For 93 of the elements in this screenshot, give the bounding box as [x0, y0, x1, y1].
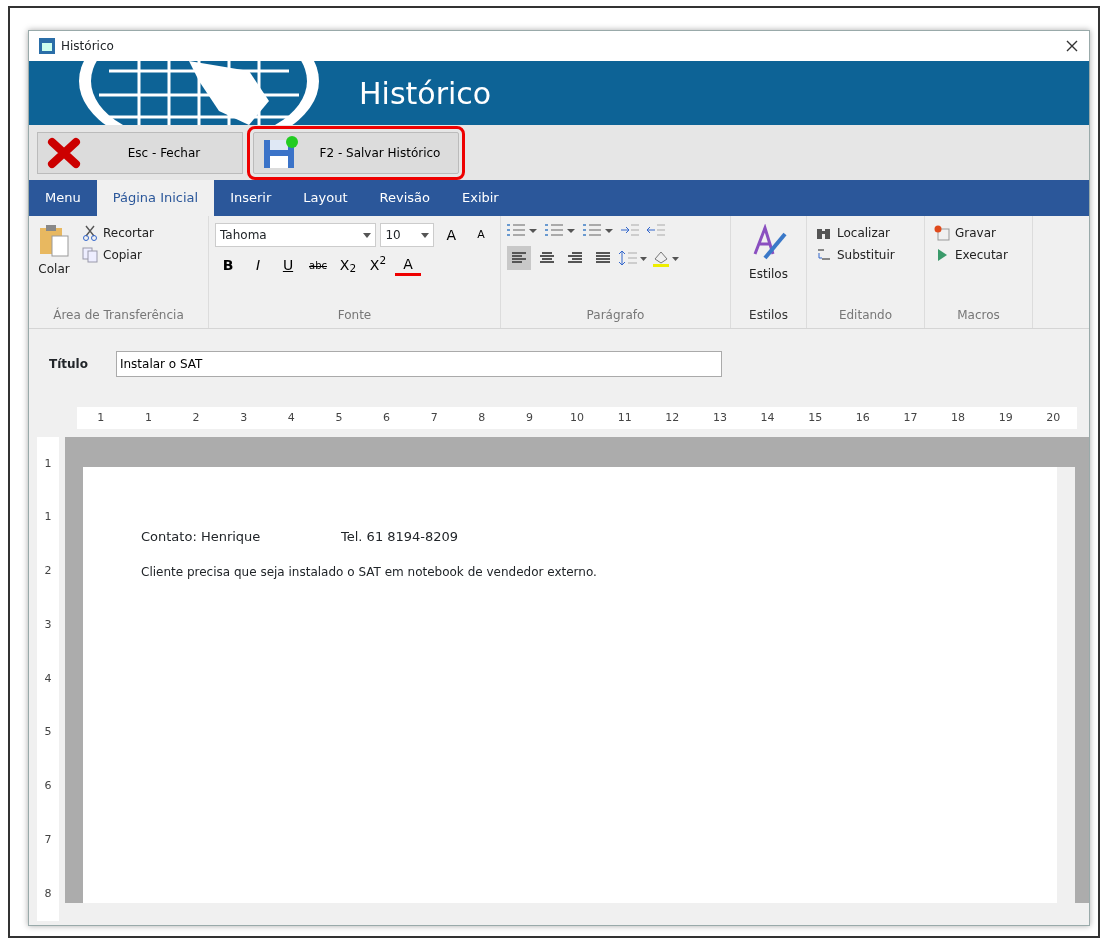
group-label: Estilos — [748, 307, 789, 324]
ribbon-tab[interactable]: Página Inicial — [96, 180, 215, 216]
ruler-number: 7 — [44, 832, 52, 848]
close-button[interactable]: Esc - Fechar — [37, 131, 243, 174]
vertical-scrollbar[interactable] — [1057, 467, 1075, 903]
bullets-icon[interactable] — [507, 222, 537, 238]
underline-button[interactable]: U — [275, 252, 301, 278]
ribbon-tab[interactable]: Revisão — [363, 180, 446, 216]
app-icon — [39, 38, 55, 54]
copy-icon — [82, 247, 98, 263]
bold-button[interactable]: B — [215, 252, 241, 278]
superscript-button[interactable]: X$^{2}$ — [365, 252, 391, 278]
increase-indent-icon[interactable] — [621, 223, 639, 237]
subscript-button[interactable]: X$_{2}$ — [335, 252, 361, 278]
multilevel-list-icon[interactable] — [583, 222, 613, 238]
ribbon-tab[interactable]: Layout — [287, 180, 364, 216]
ruler-number: 2 — [191, 409, 201, 426]
find-button[interactable]: Localizar — [813, 222, 898, 244]
grow-font-button[interactable]: A — [438, 222, 465, 248]
ruler-number: 8 — [44, 885, 52, 902]
ruler-number: 17 — [902, 409, 919, 426]
numbering-icon[interactable] — [545, 222, 575, 238]
ruler-number: 15 — [807, 409, 824, 426]
shrink-font-button[interactable]: A — [468, 222, 494, 248]
italic-button[interactable]: I — [245, 252, 271, 278]
group-label: Fonte — [336, 307, 373, 324]
body-text: Cliente precisa que seja instalado o SAT em notebook de vendedor externo. — [141, 563, 598, 581]
shading-icon[interactable] — [651, 249, 679, 267]
title-field[interactable]: Instalar o SAT — [115, 351, 722, 377]
ruler-number: 6 — [382, 409, 392, 426]
group-label: Área de Transferência — [52, 306, 185, 324]
align-left-button[interactable] — [507, 246, 531, 270]
ruler-number: 7 — [429, 409, 439, 426]
ruler-number: 18 — [950, 409, 967, 426]
paste-button[interactable]: Colar — [35, 222, 73, 306]
group-label: Parágrafo — [585, 307, 646, 324]
ruler-number: 1 — [44, 509, 52, 526]
ruler-number: 2 — [44, 563, 52, 580]
clipboard-icon — [38, 224, 70, 258]
ruler-number: 6 — [44, 778, 52, 795]
group-label: Editando — [837, 307, 894, 324]
align-right-icon — [568, 252, 582, 264]
caret-icon — [421, 232, 430, 238]
group-label: Macros — [956, 307, 1001, 324]
ribbon-tab[interactable]: Exibir — [445, 180, 515, 216]
align-justify-icon — [596, 252, 610, 264]
run-button[interactable]: Executar — [931, 244, 1011, 266]
font-size-dropdown[interactable]: 10 — [380, 223, 435, 247]
cross-icon — [46, 135, 82, 170]
ruler-number: 11 — [616, 409, 633, 426]
ruler-number: 5 — [44, 724, 52, 741]
ruler-number: 16 — [854, 409, 871, 426]
replace-button[interactable]: Substituir — [813, 244, 898, 266]
ribbon-tab[interactable]: Menu — [29, 180, 97, 216]
font-color-button[interactable]: A — [395, 254, 421, 276]
ruler-number: 8 — [477, 409, 487, 426]
ruler-number: 1 — [96, 409, 106, 426]
ruler-number: 19 — [997, 409, 1014, 426]
scissors-icon — [82, 225, 98, 241]
strikethrough-button[interactable]: abc — [305, 252, 331, 278]
floppy-disk-icon — [262, 135, 298, 170]
ruler-number: 1 — [143, 409, 153, 426]
ruler-number: 3 — [44, 616, 52, 633]
line-spacing-icon[interactable] — [619, 250, 647, 266]
ruler-number: 20 — [1045, 409, 1062, 426]
copy-button[interactable]: Copiar — [79, 244, 158, 266]
ruler-number: 5 — [334, 409, 344, 426]
ruler-number: 13 — [711, 409, 728, 426]
font-family-dropdown[interactable]: Tahoma — [215, 223, 377, 247]
styles-button[interactable]: Estilos — [746, 222, 791, 306]
contact-text: Contato: Henrique — [141, 528, 262, 546]
close-icon[interactable] — [1065, 39, 1079, 53]
ruler-number: 4 — [286, 409, 296, 426]
align-center-icon — [540, 252, 554, 264]
window-title: Histórico — [61, 38, 114, 55]
ruler-number: 1 — [44, 455, 52, 472]
cut-button[interactable]: Recortar — [79, 222, 158, 244]
phone-text: Tel. 61 8194-8209 — [341, 528, 459, 546]
ruler-number: 12 — [664, 409, 681, 426]
decrease-indent-icon[interactable] — [647, 223, 665, 237]
ruler-number: 9 — [524, 409, 534, 426]
record-icon — [934, 225, 950, 241]
ribbon-tab[interactable]: Inserir — [214, 180, 288, 216]
banner-title: Histórico — [359, 74, 492, 113]
replace-icon — [816, 247, 832, 263]
ruler-number: 10 — [569, 409, 586, 426]
align-left-icon — [512, 252, 526, 264]
record-button[interactable]: Gravar — [931, 222, 1011, 244]
ruler-number: 4 — [44, 670, 52, 687]
title-label: Título — [49, 356, 88, 373]
ruler-number: 14 — [759, 409, 776, 426]
caret-icon — [363, 232, 372, 238]
ruler-number: 3 — [239, 409, 249, 426]
